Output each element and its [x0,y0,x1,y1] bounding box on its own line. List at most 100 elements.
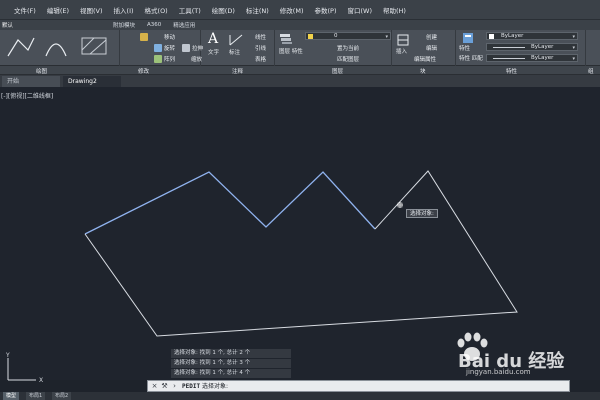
ucs-icon: Y X [5,352,43,382]
lineweight-dropdown[interactable]: ByLayer ▾ [486,54,578,62]
color-dropdown[interactable]: ByLayer ▾ [486,32,578,40]
menu-window[interactable]: 窗口(W) [347,5,372,15]
array-icon[interactable] [154,55,162,63]
modify-panel-title[interactable]: 修改 [138,67,149,75]
menu-file[interactable]: 文件(F) [14,5,36,15]
text-label[interactable]: 文字 [208,48,219,56]
menu-dimension[interactable]: 标注(N) [246,5,269,15]
command-history-line: 选择对象: 找到 1 个, 总计 2 个 [171,349,291,358]
color-swatch [489,34,494,39]
command-prompt-icon: › [173,382,176,390]
layout-tab-bar: 模型 布局1 布局2 [0,392,600,400]
linear-label[interactable]: 线性 [255,33,266,41]
linetype-value: ByLayer [531,44,554,50]
rotate-icon[interactable] [154,44,162,52]
command-line[interactable]: × ⚒ › PEDIT 选择对象: [147,380,570,392]
command-prompt[interactable]: PEDIT 选择对象: [182,382,228,391]
document-tab-bar: 开始 Drawing2 [0,75,600,87]
insert-block-icon[interactable] [396,33,410,47]
menu-edit[interactable]: 编辑(E) [47,5,69,15]
unselected-lines[interactable] [84,170,518,337]
menu-modify[interactable]: 修改(M) [280,5,304,15]
polyline-icon[interactable] [6,34,36,60]
ribbon-tab-a360[interactable]: A360 [147,22,161,28]
edit-label[interactable]: 编辑 [426,44,437,52]
layer-dropdown[interactable]: 0 ▾ [305,32,391,40]
match-properties-label[interactable]: 特性 匹配 [459,54,483,62]
ribbon-tab-featured-apps[interactable]: 精选应用 [173,21,195,29]
menu-insert[interactable]: 插入(I) [114,5,134,15]
command-history-line: 选择对象: 找到 1 个, 总计 4 个 [171,369,291,378]
color-value: ByLayer [501,33,524,39]
lineweight-value: ByLayer [531,55,554,61]
text-icon[interactable]: A [208,32,222,46]
scale-label[interactable]: 缩放 [191,55,202,63]
command-prompt-text: 选择对象: [201,383,229,390]
properties-icon[interactable] [462,32,474,44]
hatch-icon[interactable] [80,36,110,58]
stretch-icon[interactable] [182,44,190,52]
tab-layout1[interactable]: 布局1 [26,392,46,400]
menu-draw[interactable]: 绘图(D) [212,5,235,15]
chevron-down-icon: ▾ [572,45,575,51]
drawing-canvas[interactable]: [-][俯视][二维线框] 选择对象: Y X [0,87,600,382]
block-panel-title[interactable]: 块 [420,67,426,75]
layer-properties-label[interactable]: 图层 特性 [279,47,303,55]
watermark-url: jingyan.baidu.com [466,368,531,376]
dimension-label[interactable]: 标注 [229,48,240,56]
menu-bar: 文件(F) 编辑(E) 视图(V) 插入(I) 格式(O) 工具(T) 绘图(D… [0,0,600,20]
ribbon-tab-addins[interactable]: 附加模块 [113,21,135,29]
linetype-dropdown[interactable]: ByLayer ▾ [486,43,578,51]
dimension-icon[interactable] [229,33,243,47]
menu-help[interactable]: 帮助(H) [383,5,406,15]
ribbon-tab-default[interactable]: 默认 [2,21,13,29]
menu-parametric[interactable]: 参数(P) [314,5,336,15]
ribbon: 移动 旋转 阵列 拉伸 缩放 A 文字 标注 线性 引线 表格 图层 特性 0 … [0,30,600,66]
command-name: PEDIT [182,383,201,390]
annotation-panel: A 文字 标注 线性 引线 表格 [205,30,275,66]
chevron-down-icon: ▾ [572,56,575,62]
move-icon[interactable] [140,33,148,41]
move-label[interactable]: 移动 [164,33,175,41]
edit-attributes-label[interactable]: 编辑属性 [414,55,436,63]
tab-model[interactable]: 模型 [3,392,20,400]
close-icon[interactable]: × [150,382,159,391]
ucs-y-label: Y [5,352,10,359]
wrench-icon[interactable]: ⚒ [160,382,169,391]
arc-icon[interactable] [44,36,68,58]
lineweight-sample [493,58,525,59]
array-label[interactable]: 阵列 [164,55,175,63]
menu-format[interactable]: 格式(O) [145,5,168,15]
tab-drawing2[interactable]: Drawing2 [63,76,121,87]
properties-label[interactable]: 特性 [459,44,470,52]
ucs-x-label: X [39,377,43,382]
properties-panel-title[interactable]: 特性 [506,67,517,75]
annotation-panel-title[interactable]: 注释 [232,67,243,75]
command-history-line: 选择对象: 找到 1 个, 总计 3 个 [171,359,291,368]
layers-panel-title[interactable]: 图层 [332,67,343,75]
dynamic-input-tooltip: 选择对象: [406,209,438,218]
match-layer-label[interactable]: 匹配图层 [337,55,359,63]
drawing-geometry [84,170,518,337]
rotate-label[interactable]: 旋转 [164,44,175,52]
create-label[interactable]: 创建 [426,33,437,41]
chevron-down-icon: ▾ [572,34,575,40]
groups-panel-title[interactable]: 组 [588,67,594,75]
chevron-down-icon: ▾ [385,34,388,40]
menu-tools[interactable]: 工具(T) [179,5,201,15]
layers-panel: 图层 特性 0 ▾ 置为当前 匹配图层 [275,30,392,66]
table-label[interactable]: 表格 [255,55,266,63]
tab-start[interactable]: 开始 [2,76,60,87]
tab-layout2[interactable]: 布局2 [52,392,72,400]
layer-properties-icon[interactable] [279,33,293,45]
menu-view[interactable]: 视图(V) [80,5,103,15]
layer-name: 0 [334,33,338,39]
layer-color-swatch [308,34,313,39]
block-panel: 插入 创建 编辑 编辑属性 [392,30,456,66]
draw-panel-title[interactable]: 绘图 [36,67,47,75]
insert-label[interactable]: 插入 [396,47,407,55]
linetype-sample [493,47,525,48]
selected-polyline[interactable] [84,171,376,235]
set-current-label[interactable]: 置为当前 [337,44,359,52]
leader-label[interactable]: 引线 [255,44,266,52]
